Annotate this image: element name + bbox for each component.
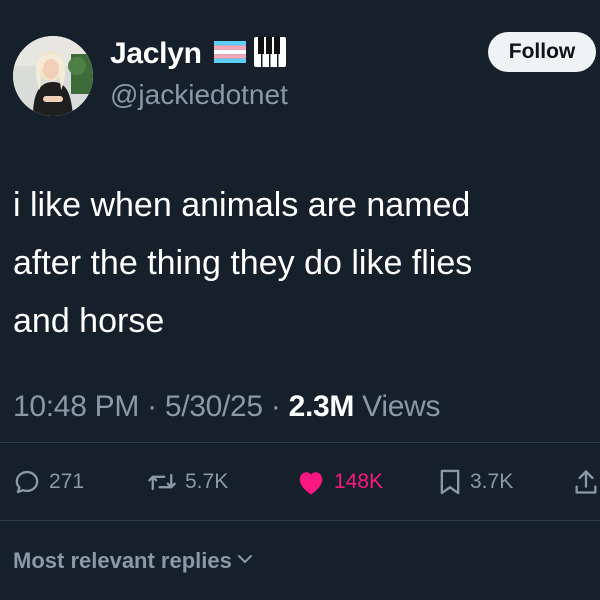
repost-button[interactable]: 5.7K: [147, 462, 228, 502]
reply-icon: [13, 468, 41, 496]
transgender-flag-icon: [213, 40, 246, 68]
reply-button[interactable]: 271: [13, 462, 84, 502]
tweet-text-line: i like when animals are named: [13, 186, 471, 224]
share-button[interactable]: [574, 462, 598, 502]
divider: [0, 520, 600, 521]
repost-icon: [147, 468, 177, 496]
bookmark-count: 3.7K: [470, 470, 514, 493]
replies-sort-label: Most relevant replies: [13, 548, 232, 573]
avatar-photo: [13, 36, 93, 116]
meta-separator: ·: [270, 390, 281, 423]
views-count: 2.3M: [288, 390, 355, 423]
like-count: 148K: [334, 470, 384, 493]
repost-count: 5.7K: [185, 470, 229, 493]
share-icon: [574, 468, 598, 496]
like-button[interactable]: 148K: [296, 462, 383, 502]
tweet-meta: 10:48 PM · 5/30/25 · 2.3M Views: [13, 390, 440, 424]
action-bar: 271 5.7K 148K 3.7K: [0, 462, 600, 502]
reply-count: 271: [49, 470, 85, 493]
replies-sort-dropdown[interactable]: Most relevant replies: [13, 548, 254, 574]
bookmark-icon: [438, 468, 462, 496]
author-name-row: Jaclyn: [110, 34, 286, 74]
meta-separator: ·: [147, 390, 157, 423]
tweet-text: i like when animals are named after the …: [13, 176, 588, 350]
user-handle[interactable]: @jackiedotnet: [110, 79, 288, 111]
display-name[interactable]: Jaclyn: [110, 37, 202, 71]
tweet-screen: Jaclyn @jackiedotnet Follow i like when …: [0, 0, 600, 600]
divider: [0, 442, 600, 443]
tweet-text-line: after the thing they do like flies: [13, 244, 473, 282]
avatar[interactable]: [13, 36, 93, 116]
piano-keys-icon: [253, 36, 286, 72]
views-label: Views: [362, 390, 441, 423]
heart-icon: [296, 468, 326, 496]
chevron-down-icon: [232, 548, 254, 574]
follow-button[interactable]: Follow: [488, 32, 596, 72]
tweet-time[interactable]: 10:48 PM: [13, 390, 139, 423]
tweet-text-line: and horse: [13, 302, 165, 340]
tweet-date[interactable]: 5/30/25: [165, 390, 263, 423]
bookmark-button[interactable]: 3.7K: [438, 462, 513, 502]
